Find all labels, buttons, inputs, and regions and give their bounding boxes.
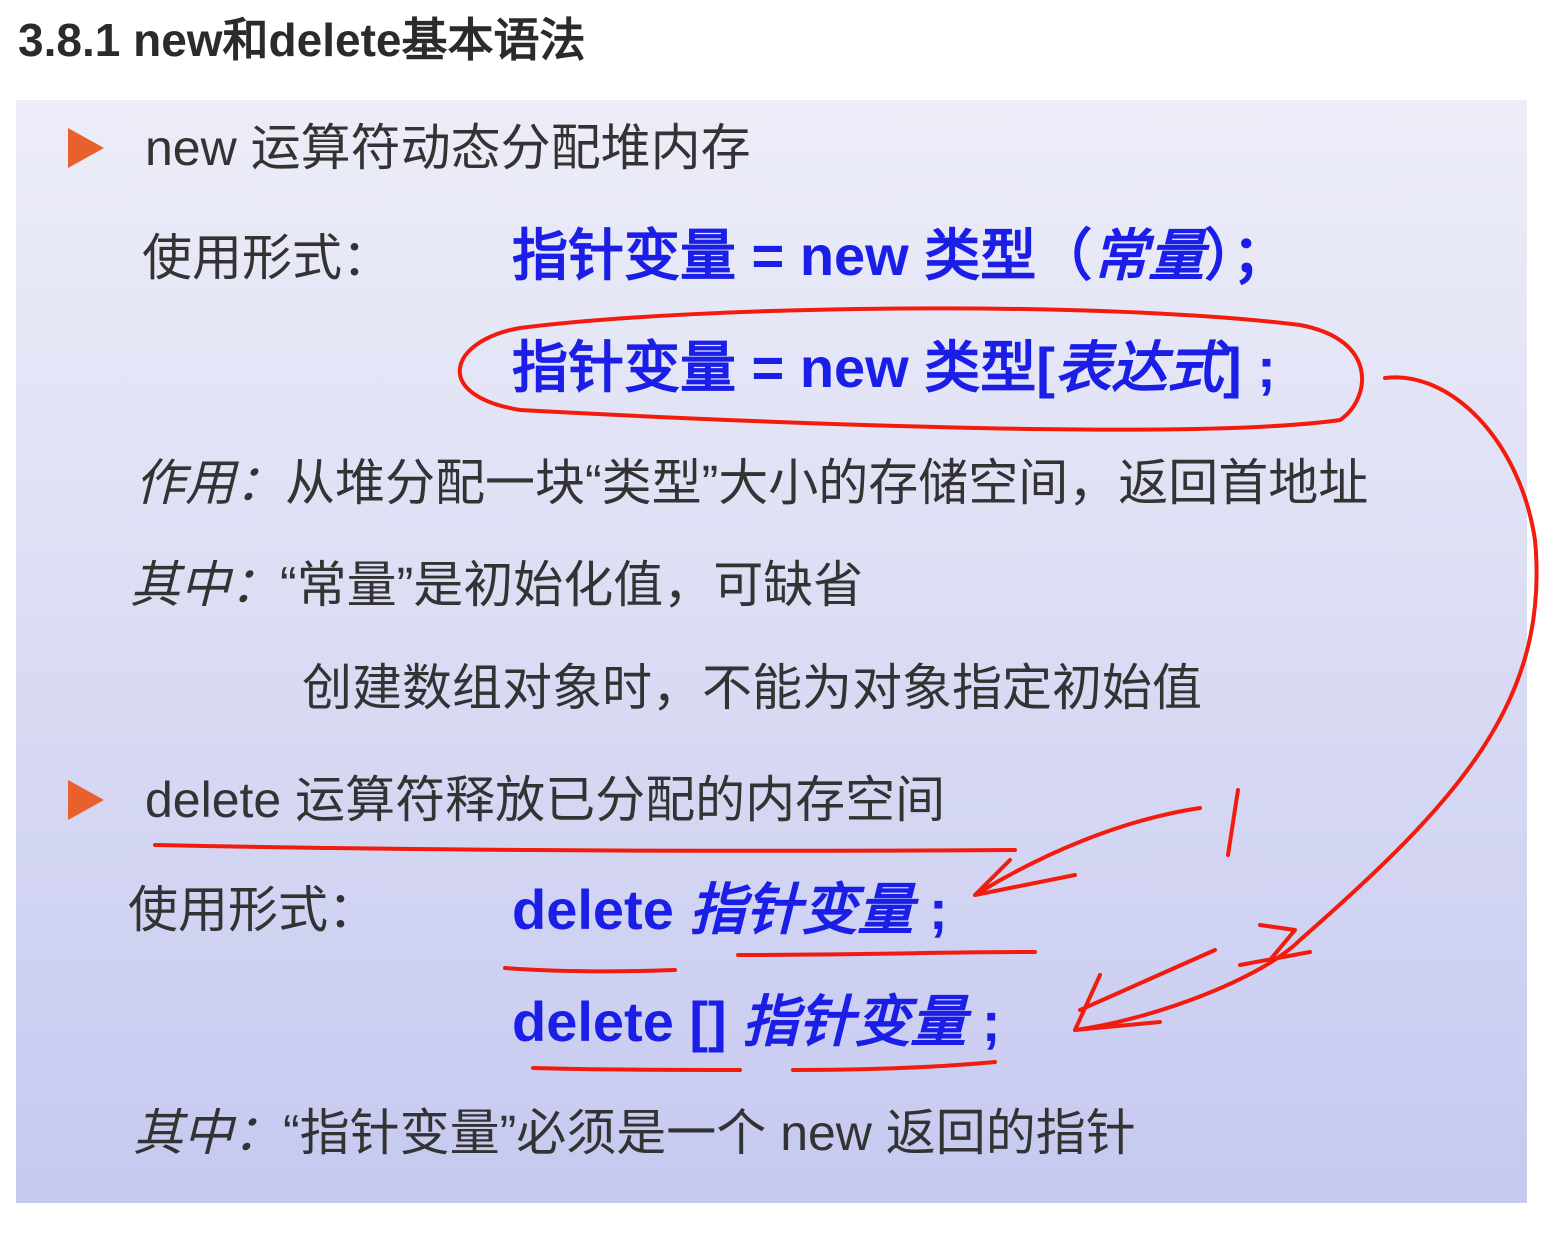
new-effect-label: 作用： xyxy=(135,455,285,511)
new-form-2-suffix: ] ; xyxy=(1222,336,1276,399)
delete-form-2: delete [] 指针变量 ; xyxy=(512,992,1000,1052)
bullet-arrow-icon xyxy=(68,128,104,168)
new-effect-text: 从堆分配一块“类型”大小的存储空间，返回首地址 xyxy=(285,455,1369,511)
delete-note-label: 其中： xyxy=(133,1105,283,1161)
new-form-1-prefix: 指针变量 = new 类型（ xyxy=(512,224,1093,287)
delete-form-2-suffix: ; xyxy=(966,990,1001,1053)
new-form-2-prefix: 指针变量 = new 类型[ xyxy=(512,336,1055,399)
delete-form-1-suffix: ; xyxy=(913,878,948,941)
delete-note-text: “指针变量”必须是一个 new 返回的指针 xyxy=(283,1105,1136,1161)
delete-form-1-keyword: delete xyxy=(512,878,690,941)
new-usage-label: 使用形式： xyxy=(142,230,392,286)
section-heading: 3.8.1 new和delete基本语法 xyxy=(18,14,586,66)
new-form-1-arg: 常量 xyxy=(1092,224,1205,287)
new-note-2: 创建数组对象时，不能为对象指定初始值 xyxy=(302,660,1202,716)
delete-form-2-arg: 指针变量 xyxy=(742,990,967,1053)
delete-bullet-text: delete 运算符释放已分配的内存空间 xyxy=(145,772,946,828)
new-note: 其中：“常量”是初始化值，可缺省 xyxy=(130,555,863,615)
delete-form-1-arg: 指针变量 xyxy=(689,878,914,941)
new-note-label: 其中： xyxy=(130,557,280,613)
new-form-2: 指针变量 = new 类型[表达式] ; xyxy=(512,338,1276,398)
delete-note: 其中：“指针变量”必须是一个 new 返回的指针 xyxy=(133,1103,1136,1163)
delete-form-1: delete 指针变量 ; xyxy=(512,880,948,940)
new-form-1: 指针变量 = new 类型（常量）； xyxy=(512,226,1288,286)
new-bullet-text: new 运算符动态分配堆内存 xyxy=(145,120,751,176)
new-note-text: “常量”是初始化值，可缺省 xyxy=(280,557,864,613)
new-effect: 作用：从堆分配一块“类型”大小的存储空间，返回首地址 xyxy=(135,453,1368,513)
bullet-arrow-icon xyxy=(68,780,104,820)
delete-form-2-keyword: delete [] xyxy=(512,990,743,1053)
delete-usage-label: 使用形式： xyxy=(128,882,378,938)
new-form-2-arg: 表达式 xyxy=(1054,336,1223,399)
new-form-1-suffix: ）； xyxy=(1204,224,1289,287)
